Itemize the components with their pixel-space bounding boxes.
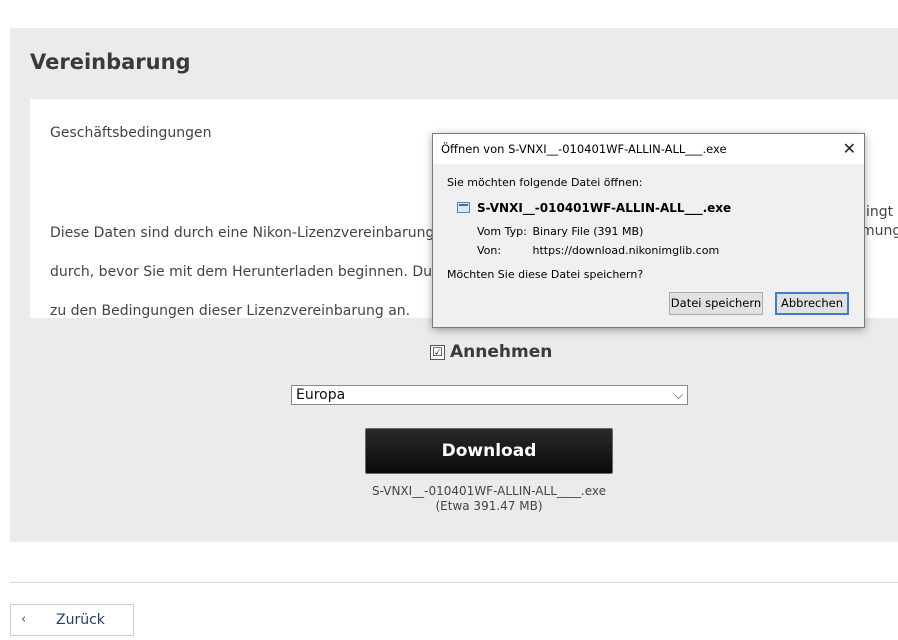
accept-checkbox-row[interactable]: ☑ Annehmen: [430, 342, 552, 362]
terms-right-fragment-1: ingt: [866, 204, 894, 220]
close-icon[interactable]: ✕: [843, 139, 856, 158]
cancel-button[interactable]: Abbrechen: [775, 292, 849, 315]
file-name: S-VNXI__-010401WF-ALLIN-ALL____.exe: [371, 484, 606, 498]
download-button[interactable]: Download: [365, 428, 613, 474]
back-button[interactable]: ‹ Zurück: [10, 604, 134, 636]
file-icon: [457, 202, 470, 213]
file-source-label: Von:: [477, 244, 502, 257]
back-button-label: Zurück: [56, 612, 105, 628]
chevron-left-icon: ‹: [21, 612, 27, 627]
region-select[interactable]: Europa ⌵: [291, 385, 688, 405]
dialog-prompt: Sie möchten folgende Datei öffnen:: [447, 176, 643, 189]
file-type-row: Vom Typ: Binary File (391 MB): [477, 225, 643, 238]
file-type-label: Vom Typ:: [477, 225, 527, 238]
divider: [10, 582, 898, 583]
open-file-dialog: Öffnen von S-VNXI__-010401WF-ALLIN-ALL__…: [432, 133, 865, 328]
file-source-row: Von: https://download.nikonimglib.com: [477, 244, 719, 257]
terms-heading: Geschäftsbedingungen: [50, 125, 212, 141]
save-file-button[interactable]: Datei speichern: [669, 292, 763, 315]
dialog-titlebar[interactable]: Öffnen von S-VNXI__-010401WF-ALLIN-ALL__…: [433, 134, 864, 164]
region-select-value: Europa: [296, 387, 346, 403]
file-size: (Etwa 391.47 MB): [435, 499, 543, 513]
file-type-value: Binary File (391 MB): [532, 225, 644, 238]
chevron-down-icon: ⌵: [673, 388, 683, 402]
terms-right-fragment-2: mung: [861, 223, 898, 239]
accept-label: Annehmen: [450, 342, 553, 362]
dialog-title: Öffnen von S-VNXI__-010401WF-ALLIN-ALL__…: [441, 142, 727, 156]
accept-checkbox[interactable]: ☑: [430, 344, 445, 360]
section-title: Vereinbarung: [30, 50, 191, 74]
dialog-filename: S-VNXI__-010401WF-ALLIN-ALL___.exe: [477, 201, 732, 215]
dialog-question: Möchten Sie diese Datei speichern?: [447, 268, 644, 281]
file-source-value: https://download.nikonimglib.com: [532, 244, 720, 257]
file-info: S-VNXI__-010401WF-ALLIN-ALL____.exe (Etw…: [365, 484, 613, 514]
